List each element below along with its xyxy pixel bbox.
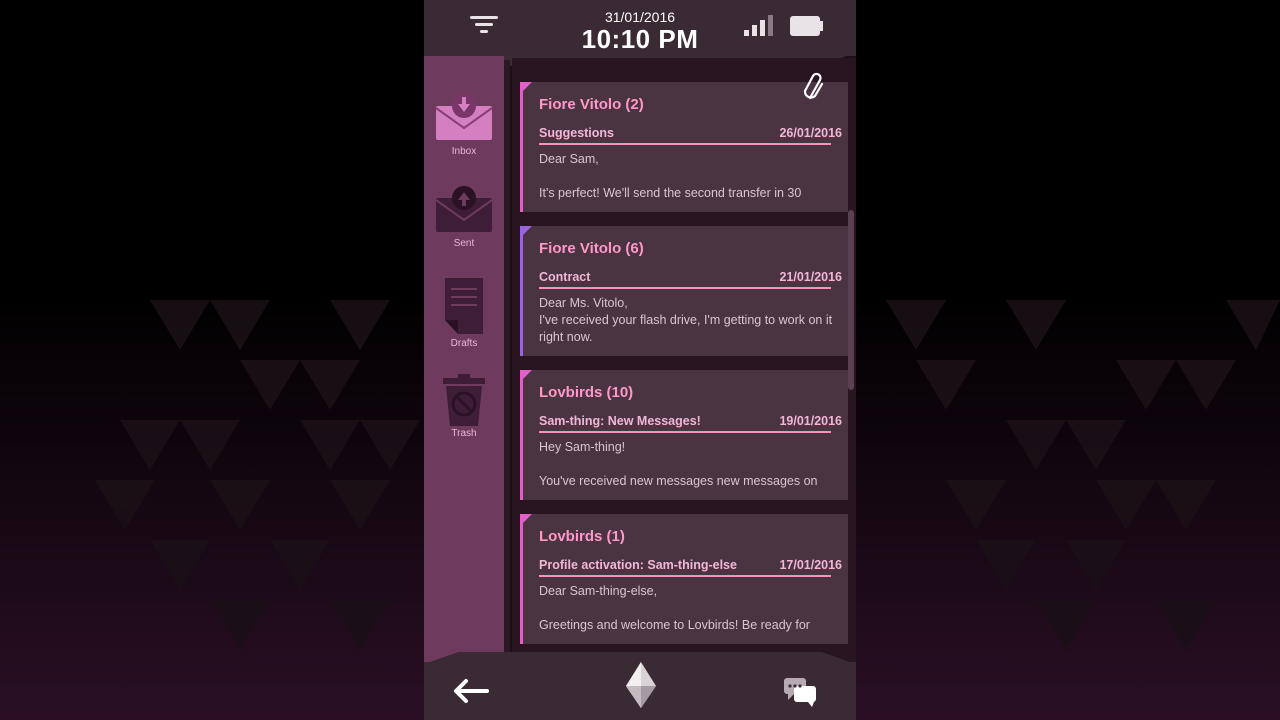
mail-date: 26/01/2016 xyxy=(779,126,842,140)
mail-sender: Lovbirds (10) xyxy=(539,384,634,401)
mail-sender: Fiore Vitolo (2) xyxy=(539,96,644,113)
crystal-home-icon[interactable] xyxy=(624,662,658,710)
mail-subject: Suggestions xyxy=(539,126,615,140)
drafts-icon xyxy=(445,278,483,334)
mail-preview: Hey Sam-thing! You've received new messa… xyxy=(539,440,818,488)
mail-sender: Lovbirds (1) xyxy=(539,528,625,545)
bottom-nav xyxy=(424,662,856,720)
mail-item[interactable]: Fiore Vitolo (2) Suggestions 26/01/2016 … xyxy=(520,82,848,212)
battery-icon xyxy=(790,16,823,36)
mail-sidebar: Inbox Sent Drafts Trash xyxy=(424,56,504,662)
chat-bubbles-icon[interactable] xyxy=(782,676,818,708)
sidebar-item-inbox[interactable]: Inbox xyxy=(424,94,504,157)
back-arrow-icon[interactable] xyxy=(452,678,490,704)
signal-icon xyxy=(744,15,773,36)
mail-date: 19/01/2016 xyxy=(779,414,842,428)
mail-subject: Contract xyxy=(539,270,591,284)
mail-item[interactable]: Lovbirds (1) Profile activation: Sam-thi… xyxy=(520,514,848,644)
sidebar-label-sent: Sent xyxy=(453,238,475,249)
mail-item[interactable]: Lovbirds (10) Sam-thing: New Messages! 1… xyxy=(520,370,848,500)
sidebar-item-sent[interactable]: Sent xyxy=(424,186,504,249)
sidebar-label-trash: Trash xyxy=(451,428,477,439)
paperclip-icon xyxy=(803,72,824,100)
sent-icon xyxy=(435,186,493,232)
mail-divider xyxy=(539,575,831,577)
sidebar-item-trash[interactable]: Trash xyxy=(424,374,504,439)
mail-subject: Profile activation: Sam-thing-else xyxy=(539,558,737,572)
mail-divider xyxy=(539,287,831,289)
mail-sender: Fiore Vitolo (6) xyxy=(539,240,644,257)
status-bar: 31/01/2016 10:10 PM xyxy=(424,0,856,56)
mail-list-scrollbar[interactable] xyxy=(848,210,854,390)
sidebar-label-drafts: Drafts xyxy=(450,338,478,349)
phone-screen: 31/01/2016 10:10 PM Inbox Sent Drafts Tr… xyxy=(424,0,856,720)
sidebar-item-drafts[interactable]: Drafts xyxy=(424,278,504,349)
inbox-icon xyxy=(435,94,493,140)
mail-preview: Dear Ms. Vitolo, I've received your flas… xyxy=(539,296,833,344)
mail-divider xyxy=(539,431,831,433)
mail-date: 21/01/2016 xyxy=(779,270,842,284)
mail-subject: Sam-thing: New Messages! xyxy=(539,414,701,428)
background-pattern-right xyxy=(856,0,1280,720)
sidebar-divider xyxy=(504,60,510,660)
mail-item[interactable]: Fiore Vitolo (6) Contract 21/01/2016 Dea… xyxy=(520,226,848,356)
mail-divider xyxy=(539,143,831,145)
trash-icon xyxy=(443,374,485,426)
mail-list: Fiore Vitolo (2) Suggestions 26/01/2016 … xyxy=(512,58,856,662)
mail-date: 17/01/2016 xyxy=(779,558,842,572)
background-pattern-left xyxy=(0,0,424,720)
sidebar-label-inbox: Inbox xyxy=(451,146,477,157)
mail-preview: Dear Sam-thing-else, Greetings and welco… xyxy=(539,584,810,632)
mail-preview: Dear Sam, It's perfect! We'll send the s… xyxy=(539,152,802,200)
